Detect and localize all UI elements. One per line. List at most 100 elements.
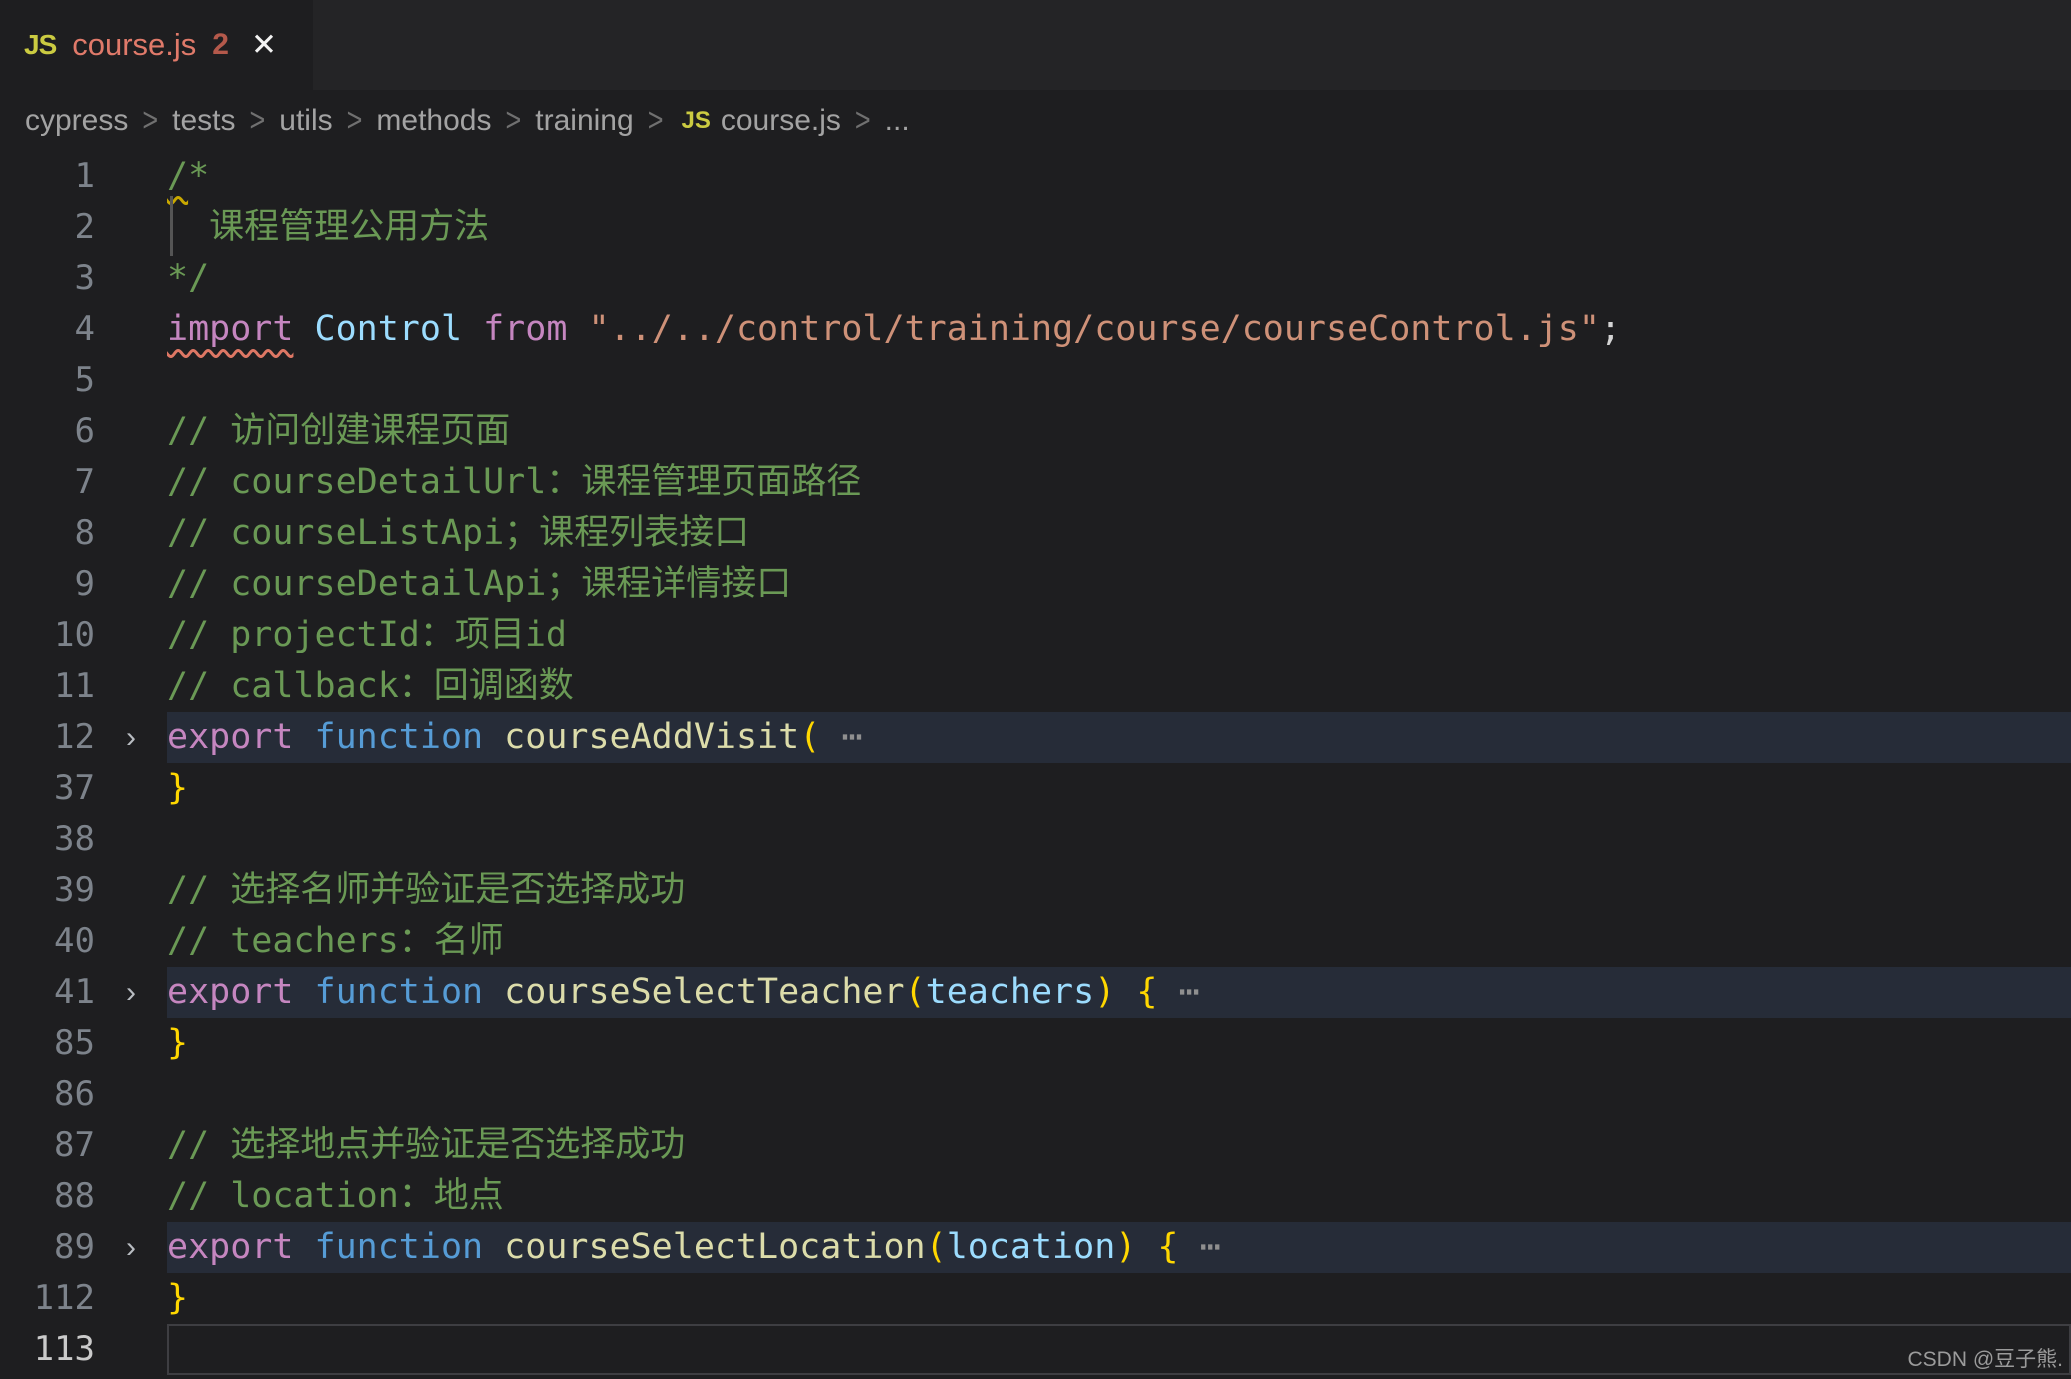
code-line[interactable]: 1 /* [0,151,2071,202]
line-content[interactable] [167,1069,2071,1120]
code-line[interactable]: 4 import Control from "../../control/trai… [0,304,2071,355]
tab-course-js[interactable]: JS course.js 2 ✕ [0,0,313,90]
fold-chevron-icon[interactable]: › [95,967,167,1018]
code-token: // projectId：项目id [167,615,568,655]
line-content[interactable]: export function courseAddVisit( ⋯ [167,712,2071,763]
line-content[interactable]: export function courseSelectTeacher(teac… [167,967,2071,1018]
line-number[interactable]: 38 [0,814,95,865]
breadcrumb-more[interactable]: ... [885,104,910,138]
breadcrumb-item-training[interactable]: training [535,104,633,138]
line-number[interactable]: 12 [0,712,95,763]
breadcrumb-item-utils[interactable]: utils [279,104,332,138]
line-number[interactable]: 7 [0,457,95,508]
line-number[interactable]: 40 [0,916,95,967]
close-icon[interactable]: ✕ [251,27,277,63]
line-content[interactable]: // callback：回调函数 [167,661,2071,712]
code-line[interactable]: 41 › export function courseSelectTeacher(t… [0,967,2071,1018]
line-number[interactable]: 9 [0,559,95,610]
line-number[interactable]: 5 [0,355,95,406]
code-line[interactable]: 9 // courseDetailApi；课程详情接口 [0,559,2071,610]
line-content[interactable] [167,355,2071,406]
line-content[interactable]: /* [167,151,2071,202]
breadcrumb-item-cypress[interactable]: cypress [25,104,128,138]
code-line[interactable]: 87 // 选择地点并验证是否选择成功 [0,1120,2071,1171]
fold-chevron-icon[interactable]: › [95,712,167,763]
line-number[interactable]: 1 [0,151,95,202]
code-token: location [946,1227,1116,1267]
line-number[interactable]: 87 [0,1120,95,1171]
code-line[interactable]: 11 // callback：回调函数 [0,661,2071,712]
breadcrumb-item-file[interactable]: course.js [721,104,841,138]
code-line[interactable]: 88 // location：地点 [0,1171,2071,1222]
line-number[interactable]: 3 [0,253,95,304]
line-content[interactable]: // 选择地点并验证是否选择成功 [167,1120,2071,1171]
line-content[interactable]: // 选择名师并验证是否选择成功 [167,865,2071,916]
code-line[interactable]: 37} [0,763,2071,814]
code-token: { [1157,1227,1179,1267]
vscode-window: { "theme": { "editor_bg": "#1e1e20", "ta… [0,0,2071,1379]
code-token: { [1136,972,1158,1012]
line-number[interactable]: 41 [0,967,95,1018]
line-content[interactable]: // location：地点 [167,1171,2071,1222]
code-line[interactable]: 7 // courseDetailUrl：课程管理页面路径 [0,457,2071,508]
line-content[interactable]: } [167,1018,2071,1069]
line-content[interactable]: 课程管理公用方法 [167,196,2071,256]
code-line[interactable]: 5 [0,355,2071,406]
line-number[interactable]: 86 [0,1069,95,1120]
line-content[interactable]: } [167,763,2071,814]
code-line[interactable]: 10 // projectId：项目id [0,610,2071,661]
code-editor[interactable]: 1/* 2 课程管理公用方法 3 */4 import Control from "..… [0,151,2071,1379]
line-content[interactable] [167,814,2071,865]
chevron-right-icon: > [346,101,363,139]
line-content[interactable]: import Control from "../../control/train… [167,304,2071,355]
line-number[interactable]: 88 [0,1171,95,1222]
line-content[interactable]: // 访问创建课程页面 [167,406,2071,457]
code-line[interactable]: 85} [0,1018,2071,1069]
line-content[interactable]: export function courseSelectLocation(loc… [167,1222,2071,1273]
code-line[interactable]: 2 课程管理公用方法 [0,196,2071,256]
code-line[interactable]: 89 › export function courseSelectLocation(… [0,1222,2071,1273]
line-number[interactable]: 2 [0,202,95,253]
line-content[interactable]: // courseDetailUrl：课程管理页面路径 [167,457,2071,508]
line-content[interactable] [167,1324,2071,1375]
line-content[interactable]: } [167,1273,2071,1324]
line-number[interactable]: 37 [0,763,95,814]
code-line[interactable]: 39 // 选择名师并验证是否选择成功 [0,865,2071,916]
line-number[interactable]: 8 [0,508,95,559]
line-number[interactable]: 11 [0,661,95,712]
line-content[interactable]: // projectId：项目id [167,610,2071,661]
line-number[interactable]: 113 [0,1324,95,1375]
chevron-right-icon: > [249,101,266,139]
code-line[interactable]: 6 // 访问创建课程页面 [0,406,2071,457]
code-line[interactable]: 3 */ [0,253,2071,304]
code-line[interactable]: 12 › export function courseAddVisit( ⋯ [0,712,2071,763]
line-number[interactable]: 85 [0,1018,95,1069]
breadcrumb-item-tests[interactable]: tests [172,104,235,138]
breadcrumb-item-methods[interactable]: methods [376,104,491,138]
line-number[interactable]: 4 [0,304,95,355]
code-line[interactable]: 112} [0,1273,2071,1324]
code-token: Control [314,309,463,349]
line-number[interactable]: 6 [0,406,95,457]
line-content[interactable]: // teachers：名师 [167,916,2071,967]
code-line[interactable]: 86 [0,1069,2071,1120]
code-line[interactable]: 40 // teachers：名师 [0,916,2071,967]
line-content[interactable]: // courseListApi；课程列表接口 [167,508,2071,559]
code-line[interactable]: 8 // courseListApi；课程列表接口 [0,508,2071,559]
line-content[interactable]: */ [167,253,2071,304]
line-number[interactable]: 10 [0,610,95,661]
code-line[interactable]: 38 [0,814,2071,865]
fold-chevron-icon[interactable]: › [95,1222,167,1273]
code-line[interactable]: 113 [0,1324,2071,1375]
code-token: * [188,156,210,196]
line-number[interactable]: 112 [0,1273,95,1324]
line-number[interactable]: 39 [0,865,95,916]
line-content[interactable]: // courseDetailApi；课程详情接口 [167,559,2071,610]
line-number[interactable]: 89 [0,1222,95,1273]
code-token: teachers [925,972,1095,1012]
